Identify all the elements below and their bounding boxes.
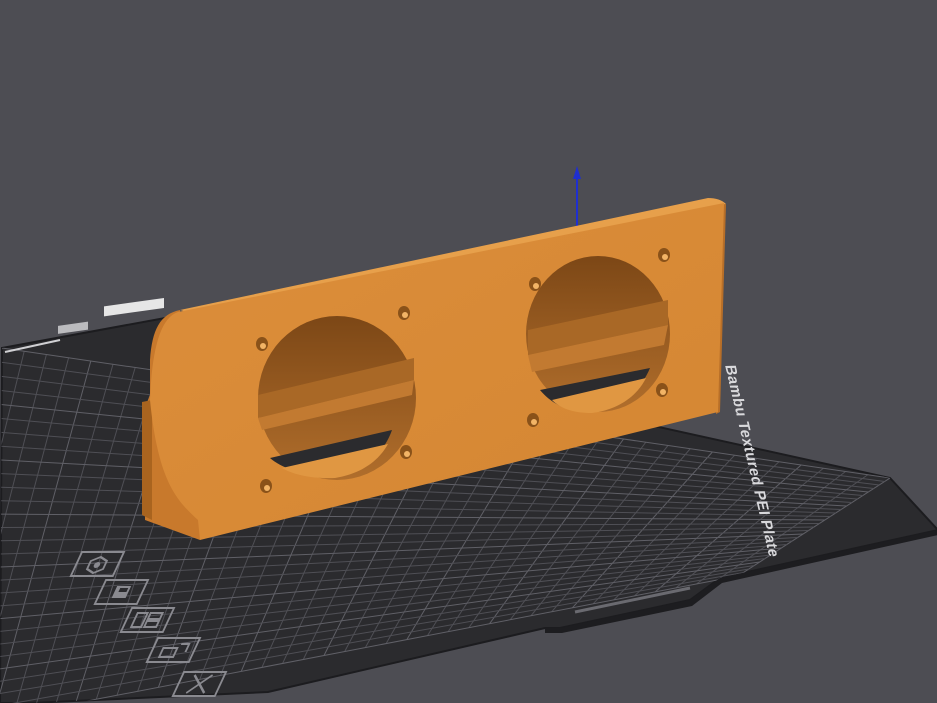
model-side-left-dark	[142, 400, 152, 520]
fan-hole-left	[258, 316, 416, 480]
3d-viewport[interactable]: Bambu Textured PEI Plate	[0, 0, 937, 703]
scene-canvas[interactable]: Bambu Textured PEI Plate	[0, 0, 937, 703]
fan-hole-right	[526, 256, 670, 413]
z-axis-arrow	[573, 166, 581, 226]
